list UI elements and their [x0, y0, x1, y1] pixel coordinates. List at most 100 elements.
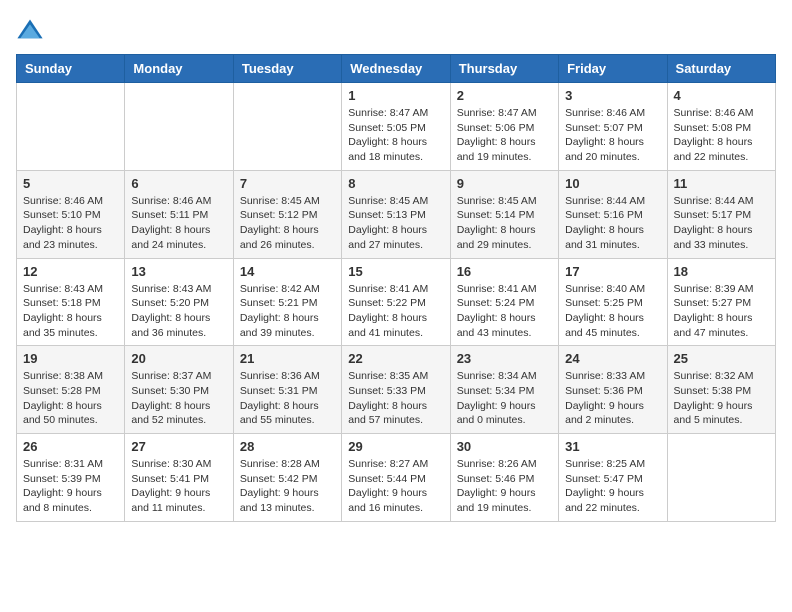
day-info: Sunrise: 8:30 AM Sunset: 5:41 PM Dayligh…: [131, 457, 226, 516]
day-number: 16: [457, 264, 552, 279]
day-number: 24: [565, 351, 660, 366]
day-info: Sunrise: 8:38 AM Sunset: 5:28 PM Dayligh…: [23, 369, 118, 428]
day-number: 26: [23, 439, 118, 454]
day-info: Sunrise: 8:47 AM Sunset: 5:06 PM Dayligh…: [457, 106, 552, 165]
day-info: Sunrise: 8:44 AM Sunset: 5:16 PM Dayligh…: [565, 194, 660, 253]
calendar-cell: 13 Sunrise: 8:43 AM Sunset: 5:20 PM Dayli…: [125, 258, 233, 346]
calendar-cell: 8 Sunrise: 8:45 AM Sunset: 5:13 PM Daylig…: [342, 170, 450, 258]
calendar-week-row: 26 Sunrise: 8:31 AM Sunset: 5:39 PM Dayli…: [17, 434, 776, 522]
day-number: 1: [348, 88, 443, 103]
calendar-header-sunday: Sunday: [17, 55, 125, 83]
day-info: Sunrise: 8:28 AM Sunset: 5:42 PM Dayligh…: [240, 457, 335, 516]
day-info: Sunrise: 8:46 AM Sunset: 5:11 PM Dayligh…: [131, 194, 226, 253]
calendar-cell: 5 Sunrise: 8:46 AM Sunset: 5:10 PM Daylig…: [17, 170, 125, 258]
calendar-cell: 10 Sunrise: 8:44 AM Sunset: 5:16 PM Dayli…: [559, 170, 667, 258]
calendar-cell: [667, 434, 775, 522]
day-number: 8: [348, 176, 443, 191]
calendar-header-friday: Friday: [559, 55, 667, 83]
day-number: 5: [23, 176, 118, 191]
day-number: 31: [565, 439, 660, 454]
calendar-cell: [233, 83, 341, 171]
calendar-cell: 15 Sunrise: 8:41 AM Sunset: 5:22 PM Dayli…: [342, 258, 450, 346]
calendar-cell: 22 Sunrise: 8:35 AM Sunset: 5:33 PM Dayli…: [342, 346, 450, 434]
day-info: Sunrise: 8:47 AM Sunset: 5:05 PM Dayligh…: [348, 106, 443, 165]
day-info: Sunrise: 8:42 AM Sunset: 5:21 PM Dayligh…: [240, 282, 335, 341]
calendar-cell: 2Sunrise: 8:47 AM Sunset: 5:06 PM Daylig…: [450, 83, 558, 171]
calendar-cell: [17, 83, 125, 171]
day-info: Sunrise: 8:34 AM Sunset: 5:34 PM Dayligh…: [457, 369, 552, 428]
day-info: Sunrise: 8:41 AM Sunset: 5:24 PM Dayligh…: [457, 282, 552, 341]
day-number: 21: [240, 351, 335, 366]
calendar-header-saturday: Saturday: [667, 55, 775, 83]
day-number: 3: [565, 88, 660, 103]
day-number: 27: [131, 439, 226, 454]
calendar-cell: 7Sunrise: 8:45 AM Sunset: 5:12 PM Daylig…: [233, 170, 341, 258]
day-info: Sunrise: 8:39 AM Sunset: 5:27 PM Dayligh…: [674, 282, 769, 341]
day-info: Sunrise: 8:40 AM Sunset: 5:25 PM Dayligh…: [565, 282, 660, 341]
day-info: Sunrise: 8:33 AM Sunset: 5:36 PM Dayligh…: [565, 369, 660, 428]
calendar-header-monday: Monday: [125, 55, 233, 83]
day-number: 14: [240, 264, 335, 279]
calendar-cell: 25 Sunrise: 8:32 AM Sunset: 5:38 PM Dayli…: [667, 346, 775, 434]
day-info: Sunrise: 8:35 AM Sunset: 5:33 PM Dayligh…: [348, 369, 443, 428]
day-info: Sunrise: 8:27 AM Sunset: 5:44 PM Dayligh…: [348, 457, 443, 516]
calendar-cell: [125, 83, 233, 171]
day-info: Sunrise: 8:36 AM Sunset: 5:31 PM Dayligh…: [240, 369, 335, 428]
calendar-cell: 12 Sunrise: 8:43 AM Sunset: 5:18 PM Dayli…: [17, 258, 125, 346]
day-info: Sunrise: 8:45 AM Sunset: 5:12 PM Dayligh…: [240, 194, 335, 253]
calendar-cell: 20 Sunrise: 8:37 AM Sunset: 5:30 PM Dayli…: [125, 346, 233, 434]
day-number: 15: [348, 264, 443, 279]
day-number: 30: [457, 439, 552, 454]
day-number: 13: [131, 264, 226, 279]
day-info: Sunrise: 8:44 AM Sunset: 5:17 PM Dayligh…: [674, 194, 769, 253]
day-number: 23: [457, 351, 552, 366]
calendar-cell: 23 Sunrise: 8:34 AM Sunset: 5:34 PM Dayli…: [450, 346, 558, 434]
day-number: 25: [674, 351, 769, 366]
calendar-cell: 9 Sunrise: 8:45 AM Sunset: 5:14 PM Daylig…: [450, 170, 558, 258]
day-number: 12: [23, 264, 118, 279]
day-info: Sunrise: 8:25 AM Sunset: 5:47 PM Dayligh…: [565, 457, 660, 516]
day-number: 19: [23, 351, 118, 366]
calendar-header-wednesday: Wednesday: [342, 55, 450, 83]
day-number: 18: [674, 264, 769, 279]
calendar-cell: 27 Sunrise: 8:30 AM Sunset: 5:41 PM Dayli…: [125, 434, 233, 522]
day-info: Sunrise: 8:45 AM Sunset: 5:13 PM Dayligh…: [348, 194, 443, 253]
calendar-cell: 21 Sunrise: 8:36 AM Sunset: 5:31 PM Dayli…: [233, 346, 341, 434]
calendar-week-row: 5 Sunrise: 8:46 AM Sunset: 5:10 PM Daylig…: [17, 170, 776, 258]
day-info: Sunrise: 8:32 AM Sunset: 5:38 PM Dayligh…: [674, 369, 769, 428]
calendar-cell: 3 Sunrise: 8:46 AM Sunset: 5:07 PM Daylig…: [559, 83, 667, 171]
day-number: 6: [131, 176, 226, 191]
calendar-cell: 30 Sunrise: 8:26 AM Sunset: 5:46 PM Dayli…: [450, 434, 558, 522]
day-info: Sunrise: 8:37 AM Sunset: 5:30 PM Dayligh…: [131, 369, 226, 428]
day-number: 17: [565, 264, 660, 279]
calendar-table: SundayMondayTuesdayWednesdayThursdayFrid…: [16, 54, 776, 522]
day-number: 20: [131, 351, 226, 366]
day-info: Sunrise: 8:43 AM Sunset: 5:18 PM Dayligh…: [23, 282, 118, 341]
calendar-cell: 17 Sunrise: 8:40 AM Sunset: 5:25 PM Dayli…: [559, 258, 667, 346]
day-number: 4: [674, 88, 769, 103]
page-header: [16, 16, 776, 44]
day-info: Sunrise: 8:43 AM Sunset: 5:20 PM Dayligh…: [131, 282, 226, 341]
calendar-cell: 24 Sunrise: 8:33 AM Sunset: 5:36 PM Dayli…: [559, 346, 667, 434]
calendar-cell: 28 Sunrise: 8:28 AM Sunset: 5:42 PM Dayli…: [233, 434, 341, 522]
day-number: 22: [348, 351, 443, 366]
calendar-cell: 6 Sunrise: 8:46 AM Sunset: 5:11 PM Daylig…: [125, 170, 233, 258]
day-number: 9: [457, 176, 552, 191]
calendar-cell: 1 Sunrise: 8:47 AM Sunset: 5:05 PM Daylig…: [342, 83, 450, 171]
day-info: Sunrise: 8:41 AM Sunset: 5:22 PM Dayligh…: [348, 282, 443, 341]
calendar-week-row: 1 Sunrise: 8:47 AM Sunset: 5:05 PM Daylig…: [17, 83, 776, 171]
day-number: 11: [674, 176, 769, 191]
day-number: 10: [565, 176, 660, 191]
calendar-cell: 26 Sunrise: 8:31 AM Sunset: 5:39 PM Dayli…: [17, 434, 125, 522]
logo-icon: [16, 16, 44, 44]
day-info: Sunrise: 8:46 AM Sunset: 5:08 PM Dayligh…: [674, 106, 769, 165]
day-info: Sunrise: 8:45 AM Sunset: 5:14 PM Dayligh…: [457, 194, 552, 253]
day-info: Sunrise: 8:26 AM Sunset: 5:46 PM Dayligh…: [457, 457, 552, 516]
calendar-cell: 29Sunrise: 8:27 AM Sunset: 5:44 PM Dayli…: [342, 434, 450, 522]
day-number: 28: [240, 439, 335, 454]
day-info: Sunrise: 8:46 AM Sunset: 5:07 PM Dayligh…: [565, 106, 660, 165]
calendar-cell: 16 Sunrise: 8:41 AM Sunset: 5:24 PM Dayli…: [450, 258, 558, 346]
calendar-header-tuesday: Tuesday: [233, 55, 341, 83]
day-info: Sunrise: 8:46 AM Sunset: 5:10 PM Dayligh…: [23, 194, 118, 253]
day-info: Sunrise: 8:31 AM Sunset: 5:39 PM Dayligh…: [23, 457, 118, 516]
